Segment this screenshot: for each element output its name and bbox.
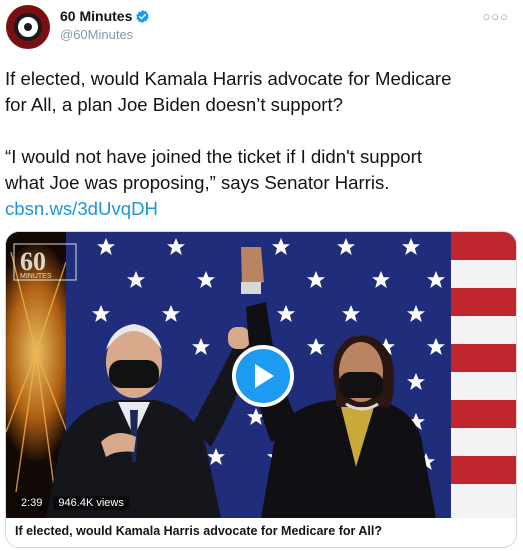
tweet-text: If elected, would Kamala Harris advocate… xyxy=(5,66,510,222)
video-meta: 2:39 946.4K views xyxy=(16,496,129,510)
sixty-minutes-stopwatch-icon xyxy=(14,13,42,41)
play-icon xyxy=(255,364,274,388)
video-duration: 2:39 xyxy=(16,496,48,510)
account-name[interactable]: 60 Minutes xyxy=(60,8,132,24)
logo-text: 60 xyxy=(20,247,46,276)
verified-badge-icon xyxy=(136,9,150,23)
account-handle[interactable]: @60Minutes xyxy=(60,27,133,42)
tweet-line: what Joe was proposing,” says Senator Ha… xyxy=(5,172,390,193)
more-icon[interactable]: ○○○ xyxy=(482,9,509,24)
play-button[interactable] xyxy=(232,345,294,407)
stopwatch-center xyxy=(24,23,32,31)
video-views: 946.4K views xyxy=(53,496,129,510)
card-title[interactable]: If elected, would Kamala Harris advocate… xyxy=(15,524,382,538)
tweet-line: If elected, would Kamala Harris advocate… xyxy=(5,68,452,89)
logo-subtext: MINUTES xyxy=(20,273,52,280)
video-card[interactable]: 60 MINUTES 2:39 946.4K views If elected,… xyxy=(5,231,517,548)
tweet-link[interactable]: cbsn.ws/3dUvqDH xyxy=(5,196,510,222)
tweet-line: for All, a plan Joe Biden doesn’t suppor… xyxy=(5,94,344,115)
account-name-row[interactable]: 60 Minutes xyxy=(60,8,150,24)
tweet-line: “I would not have joined the ticket if I… xyxy=(5,146,422,167)
avatar[interactable] xyxy=(6,5,50,49)
